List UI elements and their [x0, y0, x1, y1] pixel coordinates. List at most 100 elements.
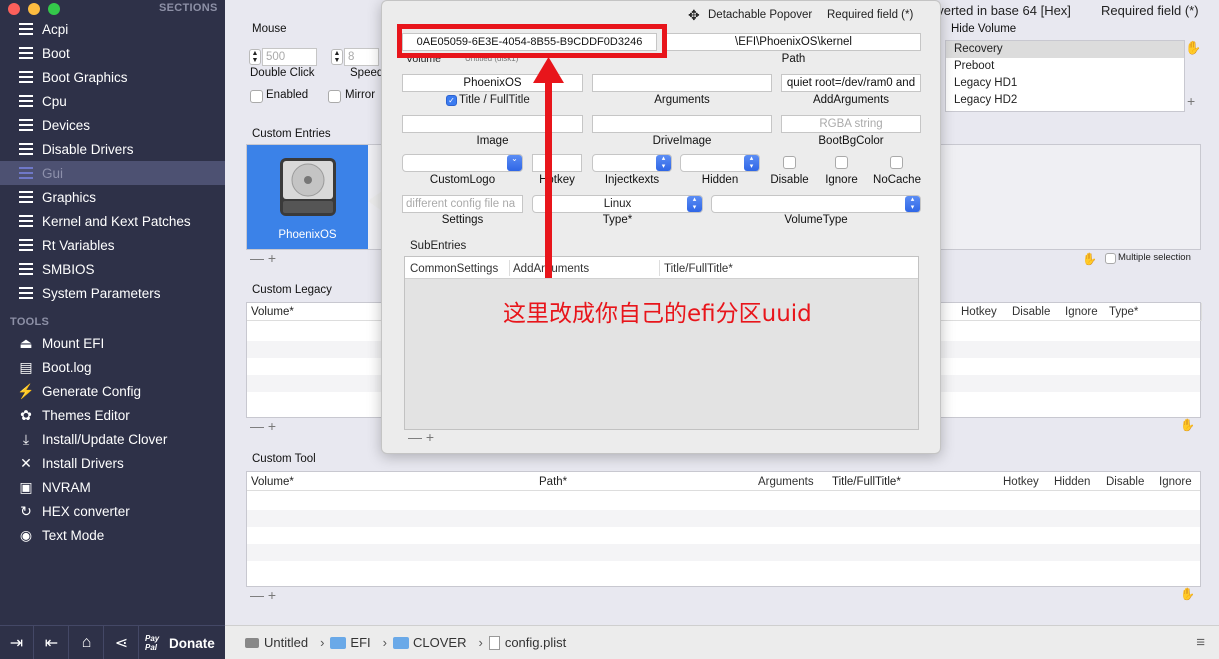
table-row[interactable]	[247, 510, 1200, 527]
tool-item-install-drivers[interactable]: ✕ Install Drivers	[0, 451, 225, 475]
sidebar-item-cpu[interactable]: Cpu	[0, 89, 225, 113]
bootbgcolor-input[interactable]: RGBA string	[781, 115, 921, 133]
sidebar-item-graphics[interactable]: Graphics	[0, 185, 225, 209]
sidebar-item-disable-drivers[interactable]: Disable Drivers	[0, 137, 225, 161]
detachable-popover-label: Detachable Popover	[708, 9, 813, 21]
hide-volume-add-button[interactable]: +	[1187, 93, 1195, 109]
move-icon[interactable]: ✥	[688, 7, 700, 24]
updown-chevron-icon: ▴ ▾	[656, 155, 671, 171]
donate-button[interactable]: Pay Pal Donate	[145, 630, 223, 656]
import-button[interactable]: ⇥	[0, 626, 34, 659]
type-popup[interactable]: Linux ▴ ▾	[532, 195, 703, 213]
double-click-input[interactable]: 500	[262, 48, 317, 66]
hide-volume-list: Recovery Preboot Legacy HD1 Legacy HD2	[945, 40, 1185, 112]
share-button[interactable]: ⋖	[105, 626, 139, 659]
list-icon	[18, 213, 34, 229]
tool-item-install-update-clover[interactable]: ⤓ Install/Update Clover	[0, 427, 225, 451]
tool-item-label: Install/Update Clover	[42, 431, 168, 447]
settings-input[interactable]: different config file na	[402, 195, 523, 213]
sidebar-item-rt-variables[interactable]: Rt Variables	[0, 233, 225, 257]
hand-icon[interactable]: ✋	[1180, 418, 1195, 432]
sidebar-item-label: Devices	[42, 117, 91, 133]
menu-icon[interactable]: ≡	[1196, 634, 1205, 651]
tool-item-generate-config[interactable]: ⚡ Generate Config	[0, 379, 225, 403]
settings-label: Settings	[441, 214, 484, 226]
sidebar-item-boot[interactable]: Boot	[0, 41, 225, 65]
column-ignore: Ignore	[1159, 476, 1192, 488]
tool-item-text-mode[interactable]: ◉ Text Mode	[0, 523, 225, 547]
hidden-popup[interactable]: ▴ ▾	[680, 154, 760, 172]
hotkey-input[interactable]	[532, 154, 582, 172]
custom-entry-phoenixos[interactable]: PhoenixOS	[247, 145, 368, 249]
zoom-window-button[interactable]	[48, 3, 60, 15]
custom-tool-title: Custom Tool	[252, 453, 316, 465]
export-button[interactable]: ⇤	[35, 626, 69, 659]
tool-item-themes-editor[interactable]: ✿ Themes Editor	[0, 403, 225, 427]
tool-item-mount-efi[interactable]: ⏏ Mount EFI	[0, 331, 225, 355]
breadcrumb-efi[interactable]: EFI	[330, 635, 371, 650]
custom-entries-add-remove[interactable]: — +	[250, 250, 276, 266]
sidebar-item-kernel-and-kext-patches[interactable]: Kernel and Kext Patches	[0, 209, 225, 233]
hand-icon[interactable]: ✋	[1180, 587, 1195, 601]
subentries-add-remove[interactable]: — +	[408, 429, 434, 445]
custom-legacy-add-remove[interactable]: — +	[250, 418, 276, 434]
double-click-label: Double Click	[250, 67, 315, 79]
injectkexts-popup[interactable]: ▴ ▾	[592, 154, 672, 172]
path-input[interactable]: \EFI\PhoenixOS\kernel	[666, 33, 921, 51]
nocache-checkbox[interactable]	[890, 156, 903, 169]
tool-item-hex-converter[interactable]: ↻ HEX converter	[0, 499, 225, 523]
home-button[interactable]: ⌂	[70, 626, 104, 659]
volumetype-popup[interactable]: ▴ ▾	[711, 195, 921, 213]
custom-entry-popover: ✥ Detachable Popover Required field (*) …	[381, 0, 941, 454]
sidebar-item-acpi[interactable]: Acpi	[0, 17, 225, 41]
sidebar-item-gui[interactable]: Gui	[0, 161, 225, 185]
share-icon: ⋖	[114, 635, 129, 652]
disable-checkbox[interactable]	[783, 156, 796, 169]
minimize-window-button[interactable]	[28, 3, 40, 15]
hide-volume-item[interactable]: Preboot	[946, 58, 1184, 75]
folder-icon	[330, 636, 347, 649]
breadcrumb-clover[interactable]: CLOVER	[393, 635, 466, 650]
enabled-checkbox[interactable]	[250, 90, 263, 103]
customlogo-popup[interactable]: ⌄	[402, 154, 523, 172]
sidebar-item-boot-graphics[interactable]: Boot Graphics	[0, 65, 225, 89]
addarguments-input[interactable]: quiet root=/dev/ram0 and	[781, 74, 921, 92]
sidebar-item-smbios[interactable]: SMBIOS	[0, 257, 225, 281]
list-icon	[18, 189, 34, 205]
column-divider	[659, 260, 660, 276]
document-icon: ▤	[19, 359, 33, 375]
double-click-stepper[interactable]: ▲ ▼	[249, 49, 261, 65]
close-window-button[interactable]	[8, 3, 20, 15]
breadcrumb-config[interactable]: config.plist	[488, 635, 566, 650]
annotation-arrow-icon	[545, 63, 552, 278]
sidebar-item-devices[interactable]: Devices	[0, 113, 225, 137]
tool-item-nvram[interactable]: ▣ NVRAM	[0, 475, 225, 499]
driveimage-input[interactable]	[592, 115, 772, 133]
list-icon	[18, 261, 34, 277]
hand-icon[interactable]: ✋	[1185, 40, 1201, 56]
sidebar-item-system-parameters[interactable]: System Parameters	[0, 281, 225, 305]
paypal-icon: Pay Pal	[145, 634, 160, 652]
tool-item-boot-log[interactable]: ▤ Boot.log	[0, 355, 225, 379]
hide-volume-title: Hide Volume	[951, 23, 1017, 35]
hidden-label: Hidden	[701, 174, 739, 186]
ignore-checkbox[interactable]	[835, 156, 848, 169]
multiple-selection-checkbox[interactable]	[1105, 253, 1116, 264]
speed-input[interactable]: 8	[344, 48, 379, 66]
custom-tool-add-remove[interactable]: — +	[250, 587, 276, 603]
column-disable: Disable	[1012, 306, 1051, 318]
breadcrumb-untitled[interactable]: Untitled	[245, 635, 308, 650]
sidebar-item-label: Disable Drivers	[42, 141, 134, 157]
title-fulltitle-checkbox[interactable]: ✓	[446, 95, 457, 106]
mirror-checkbox[interactable]	[328, 90, 341, 103]
hand-icon[interactable]: ✋	[1082, 252, 1097, 266]
sidebar: SECTIONS TOOLS Acpi Boot Boot Graphics Cpu D…	[0, 0, 225, 625]
speed-stepper[interactable]: ▲ ▼	[331, 49, 343, 65]
hide-volume-item[interactable]: Legacy HD2	[946, 92, 1184, 109]
hide-volume-item[interactable]: Recovery	[946, 41, 1184, 58]
refresh-icon: ↻	[20, 503, 32, 519]
table-row[interactable]	[247, 544, 1200, 561]
hide-volume-item[interactable]: Legacy HD1	[946, 75, 1184, 92]
arguments-input[interactable]	[592, 74, 772, 92]
image-input[interactable]	[402, 115, 583, 133]
